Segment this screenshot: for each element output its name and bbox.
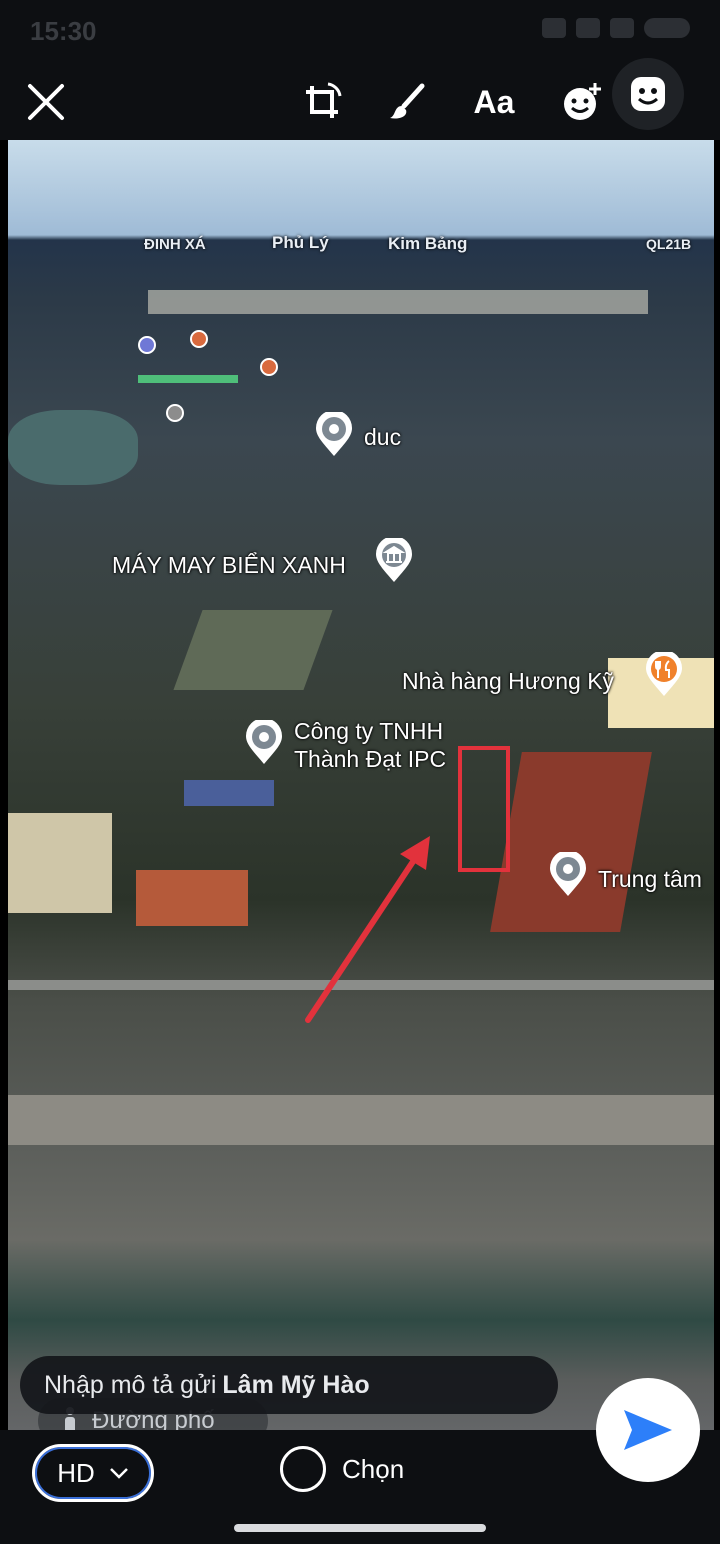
pin-icon[interactable]	[314, 412, 354, 458]
brush-icon	[390, 83, 425, 119]
quality-selector[interactable]: HD	[32, 1444, 154, 1502]
map-dot[interactable]	[138, 336, 156, 354]
caption-prefix: Nhập mô tả gửi	[44, 1370, 217, 1399]
chevron-down-icon	[109, 1468, 128, 1479]
radio-circle-icon	[280, 1446, 326, 1492]
restaurant-icon[interactable]	[644, 652, 684, 698]
brush-button[interactable]	[376, 70, 440, 134]
poi-label-restaurant[interactable]: Nhà hàng Hương Kỹ	[402, 668, 614, 695]
red-arrow	[305, 836, 430, 1023]
choose-toggle[interactable]: Chọn	[280, 1446, 404, 1492]
crop-button[interactable]	[290, 70, 354, 134]
aerial-map-image: ĐINH XÁ Phủ Lý Kim Bảng QL21B duc MÁY MA…	[8, 140, 714, 1430]
caption-recipient: Lâm Mỹ Hào	[222, 1370, 370, 1399]
text-button[interactable]: Aa	[462, 70, 526, 134]
road-curb	[8, 1095, 714, 1145]
home-indicator[interactable]	[234, 1524, 486, 1532]
green-strip	[138, 375, 238, 383]
poi-label-trung-tam[interactable]: Trung tâm	[598, 866, 702, 893]
poi-label-company[interactable]: Công ty TNHH	[294, 718, 443, 745]
signal-icon	[610, 18, 634, 38]
status-time: 15:30	[30, 16, 97, 46]
highlight-box	[458, 746, 510, 872]
crop-rotate-icon	[306, 82, 342, 118]
emoji-button[interactable]	[612, 58, 684, 130]
town-label: ĐINH XÁ	[144, 236, 206, 253]
emoji-icon	[631, 77, 665, 111]
pin-icon[interactable]	[548, 852, 588, 898]
send-icon	[624, 1410, 672, 1450]
field	[173, 610, 333, 690]
map-dot[interactable]	[260, 358, 278, 376]
red-roof	[136, 870, 248, 926]
sand-lot	[8, 813, 112, 913]
map-dot[interactable]	[190, 330, 208, 348]
close-button[interactable]	[14, 70, 78, 134]
status-bar: 15:30	[0, 0, 720, 62]
lake	[8, 410, 138, 485]
send-button[interactable]	[596, 1378, 700, 1482]
pin-icon[interactable]	[244, 720, 284, 766]
caption-input[interactable]: Nhập mô tả gửi Lâm Mỹ Hào	[20, 1356, 558, 1414]
map-dot[interactable]	[166, 404, 184, 422]
blue-roof	[184, 780, 274, 806]
town-label: QL21B	[646, 236, 692, 252]
text-label: Aa	[473, 83, 515, 120]
poi-label-company-line2[interactable]: Thành Đạt IPC	[294, 746, 446, 773]
wifi-icon	[576, 18, 600, 38]
choose-label: Chọn	[342, 1453, 405, 1484]
bank-icon[interactable]	[374, 538, 414, 584]
poi-label-duc[interactable]: duc	[364, 424, 401, 451]
sticker-button[interactable]	[550, 70, 614, 134]
status-icons	[542, 18, 690, 38]
red-warehouse	[490, 752, 652, 932]
quality-label: HD	[57, 1457, 95, 1488]
location-icon	[542, 18, 566, 38]
town-label: Phủ Lý	[272, 233, 329, 252]
sticker-add-icon	[564, 83, 601, 120]
building-row	[148, 290, 648, 314]
town-label: Kim Bảng	[388, 234, 468, 253]
poi-label-may-may[interactable]: MÁY MAY BIỂN XANH	[112, 552, 346, 579]
battery-icon	[644, 18, 690, 38]
editor-toolbar: Aa	[0, 58, 720, 140]
close-icon	[28, 84, 64, 120]
